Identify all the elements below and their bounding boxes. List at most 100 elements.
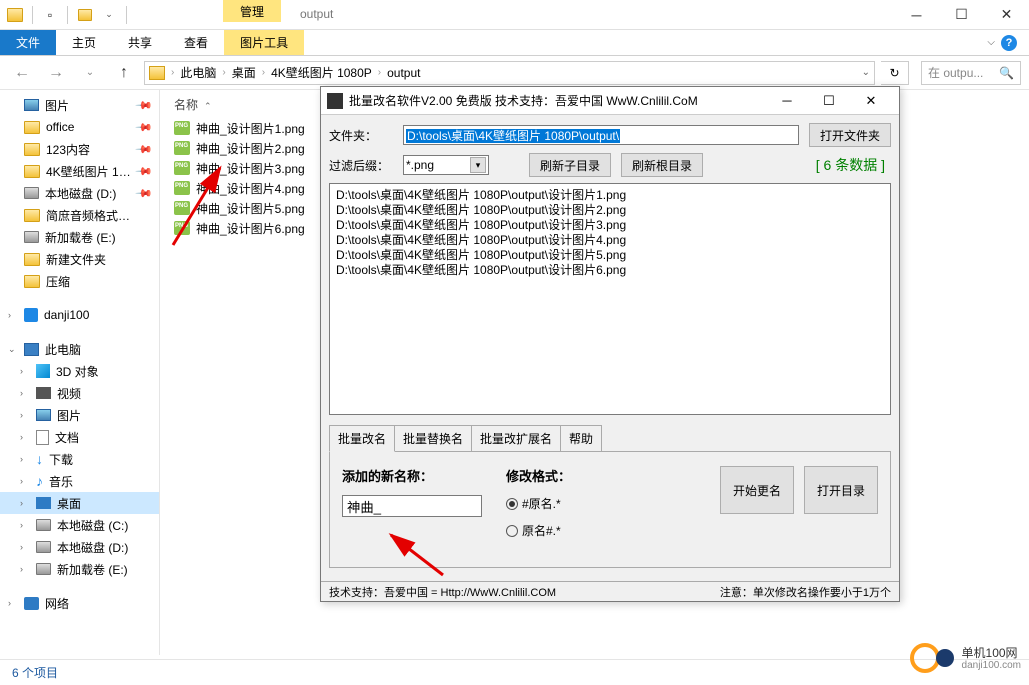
dropdown-arrow-icon[interactable]: ▾: [470, 157, 486, 173]
png-icon: [174, 201, 190, 215]
dialog-minimize-button[interactable]: ─: [773, 91, 801, 111]
sidebar-item-music[interactable]: ›♪音乐: [0, 470, 159, 492]
file-name: 神曲_设计图片1.png: [196, 120, 305, 137]
rename-dialog: 批量改名软件V2.00 免费版 技术支持：吾爱中国 WwW.Cnlilil.Co…: [320, 86, 900, 602]
sidebar-item-3d[interactable]: ›3D 对象: [0, 360, 159, 382]
tab-batch-rename[interactable]: 批量改名: [329, 425, 395, 452]
close-button[interactable]: ✕: [984, 0, 1029, 30]
png-icon: [174, 141, 190, 155]
list-item[interactable]: D:\tools\桌面\4K壁纸图片 1080P\output\设计图片6.pn…: [336, 263, 884, 278]
sidebar-item-thispc[interactable]: ⌄此电脑: [0, 338, 159, 360]
sidebar-item-newvol[interactable]: 新加载卷 (E:): [0, 226, 159, 248]
new-name-label: 添加的新名称：: [342, 466, 482, 485]
sidebar-item-audio[interactable]: 简庶音频格式转换: [0, 204, 159, 226]
tab-batch-ext[interactable]: 批量改扩展名: [471, 425, 561, 452]
png-icon: [174, 181, 190, 195]
crumb-desktop[interactable]: 桌面: [228, 62, 260, 83]
refresh-button[interactable]: ↻: [881, 61, 909, 85]
folder-icon: [149, 66, 165, 80]
ribbon-tab-home[interactable]: 主页: [56, 30, 112, 55]
list-item[interactable]: D:\tools\桌面\4K壁纸图片 1080P\output\设计图片2.pn…: [336, 203, 884, 218]
list-item[interactable]: D:\tools\桌面\4K壁纸图片 1080P\output\设计图片5.pn…: [336, 248, 884, 263]
window-title: output: [300, 7, 333, 21]
radio-suffix[interactable]: 原名#.*: [506, 522, 571, 539]
list-item[interactable]: D:\tools\桌面\4K壁纸图片 1080P\output\设计图片4.pn…: [336, 233, 884, 248]
qat-icon[interactable]: [74, 4, 96, 26]
refresh-root-button[interactable]: 刷新根目录: [621, 153, 703, 177]
app-icon: [4, 4, 26, 26]
sidebar-item-pictures[interactable]: 图片📌: [0, 94, 159, 116]
record-count: [ 6 条数据 ]: [816, 155, 885, 175]
filter-combobox[interactable]: *.png ▾: [403, 155, 489, 175]
file-name: 神曲_设计图片3.png: [196, 160, 305, 177]
ribbon-tab-share[interactable]: 共享: [112, 30, 168, 55]
status-bar: 6 个项目: [0, 659, 1029, 685]
new-name-input[interactable]: [342, 495, 482, 517]
radio-prefix[interactable]: #原名.*: [506, 495, 571, 512]
breadcrumb[interactable]: › 此电脑 › 桌面 › 4K壁纸图片 1080P › output ⌄: [144, 61, 875, 85]
refresh-sub-button[interactable]: 刷新子目录: [529, 153, 611, 177]
nav-up-button[interactable]: ↑: [110, 60, 138, 86]
search-icon: 🔍: [999, 66, 1014, 80]
file-name: 神曲_设计图片6.png: [196, 220, 305, 237]
open-dir-button[interactable]: 打开目录: [804, 466, 878, 514]
help-icon[interactable]: ?: [1001, 35, 1017, 51]
dialog-close-button[interactable]: ✕: [857, 91, 885, 111]
ribbon-tab-view[interactable]: 查看: [168, 30, 224, 55]
dialog-app-icon: [327, 93, 343, 109]
crumb-pc[interactable]: 此电脑: [176, 62, 220, 83]
crumb-folder[interactable]: 4K壁纸图片 1080P: [267, 62, 376, 83]
sidebar-item-video[interactable]: ›视频: [0, 382, 159, 404]
sidebar-item-pics[interactable]: ›图片: [0, 404, 159, 426]
minimize-button[interactable]: ─: [894, 0, 939, 30]
breadcrumb-chevron-icon[interactable]: ⌄: [862, 67, 870, 78]
nav-forward-button[interactable]: →: [42, 60, 70, 86]
sidebar-item-desktop[interactable]: ›桌面: [0, 492, 159, 514]
list-item[interactable]: D:\tools\桌面\4K壁纸图片 1080P\output\设计图片1.pn…: [336, 188, 884, 203]
open-folder-button[interactable]: 打开文件夹: [809, 123, 891, 147]
start-rename-button[interactable]: 开始更名: [720, 466, 794, 514]
tab-help[interactable]: 帮助: [560, 425, 602, 452]
sidebar-item-disk-d2[interactable]: ›本地磁盘 (D:): [0, 536, 159, 558]
sidebar-item-docs[interactable]: ›文档: [0, 426, 159, 448]
window-titlebar: ▫ ⌄ 管理 output ─ ☐ ✕: [0, 0, 1029, 30]
crumb-output[interactable]: output: [383, 64, 424, 82]
tab-batch-replace[interactable]: 批量替换名: [394, 425, 472, 452]
sidebar-item-danji[interactable]: ›danji100: [0, 304, 159, 326]
radio-icon: [506, 498, 518, 510]
nav-history-chevron-icon[interactable]: ⌄: [76, 60, 104, 86]
ribbon-tab-file[interactable]: 文件: [0, 30, 56, 55]
sidebar-item-office[interactable]: office📌: [0, 116, 159, 138]
sidebar-item-compress[interactable]: 压缩: [0, 270, 159, 292]
png-icon: [174, 161, 190, 175]
watermark: 单机100网 danji100.com: [910, 641, 1021, 677]
sidebar-item-newvol2[interactable]: ›新加载卷 (E:): [0, 558, 159, 580]
sidebar-item-downloads[interactable]: ›↓下载: [0, 448, 159, 470]
qat-chevron-icon[interactable]: ⌄: [98, 4, 120, 26]
sidebar-item-newfolder[interactable]: 新建文件夹: [0, 248, 159, 270]
sidebar-item-wallpaper[interactable]: 4K壁纸图片 1080P📌: [0, 160, 159, 182]
qat-icon[interactable]: ▫: [39, 4, 61, 26]
item-count: 6 个项目: [12, 664, 58, 681]
png-icon: [174, 221, 190, 235]
sidebar-item-disk-c[interactable]: ›本地磁盘 (C:): [0, 514, 159, 536]
nav-back-button[interactable]: ←: [8, 60, 36, 86]
ribbon: 文件 主页 共享 查看 图片工具 ⌵ ?: [0, 30, 1029, 56]
dialog-maximize-button[interactable]: ☐: [815, 91, 843, 111]
list-item[interactable]: D:\tools\桌面\4K壁纸图片 1080P\output\设计图片3.pn…: [336, 218, 884, 233]
file-name: 神曲_设计图片2.png: [196, 140, 305, 157]
sidebar-item-disk-d[interactable]: 本地磁盘 (D:)📌: [0, 182, 159, 204]
sidebar: 图片📌 office📌 123内容📌 4K壁纸图片 1080P📌 本地磁盘 (D…: [0, 90, 160, 655]
folder-path-input[interactable]: D:\tools\桌面\4K壁纸图片 1080P\output\: [403, 125, 799, 145]
file-name: 神曲_设计图片5.png: [196, 200, 305, 217]
sidebar-item-123[interactable]: 123内容📌: [0, 138, 159, 160]
radio-icon: [506, 525, 518, 537]
ribbon-expand-icon[interactable]: ⌵: [987, 37, 995, 48]
sidebar-item-network[interactable]: ›网络: [0, 592, 159, 614]
file-name: 神曲_设计图片4.png: [196, 180, 305, 197]
dialog-titlebar[interactable]: 批量改名软件V2.00 免费版 技术支持：吾爱中国 WwW.Cnlilil.Co…: [321, 87, 899, 115]
file-list-box[interactable]: D:\tools\桌面\4K壁纸图片 1080P\output\设计图片1.pn…: [329, 183, 891, 415]
search-input[interactable]: 在 outpu... 🔍: [921, 61, 1021, 85]
maximize-button[interactable]: ☐: [939, 0, 984, 30]
ribbon-tab-picture-tools[interactable]: 图片工具: [224, 30, 304, 55]
